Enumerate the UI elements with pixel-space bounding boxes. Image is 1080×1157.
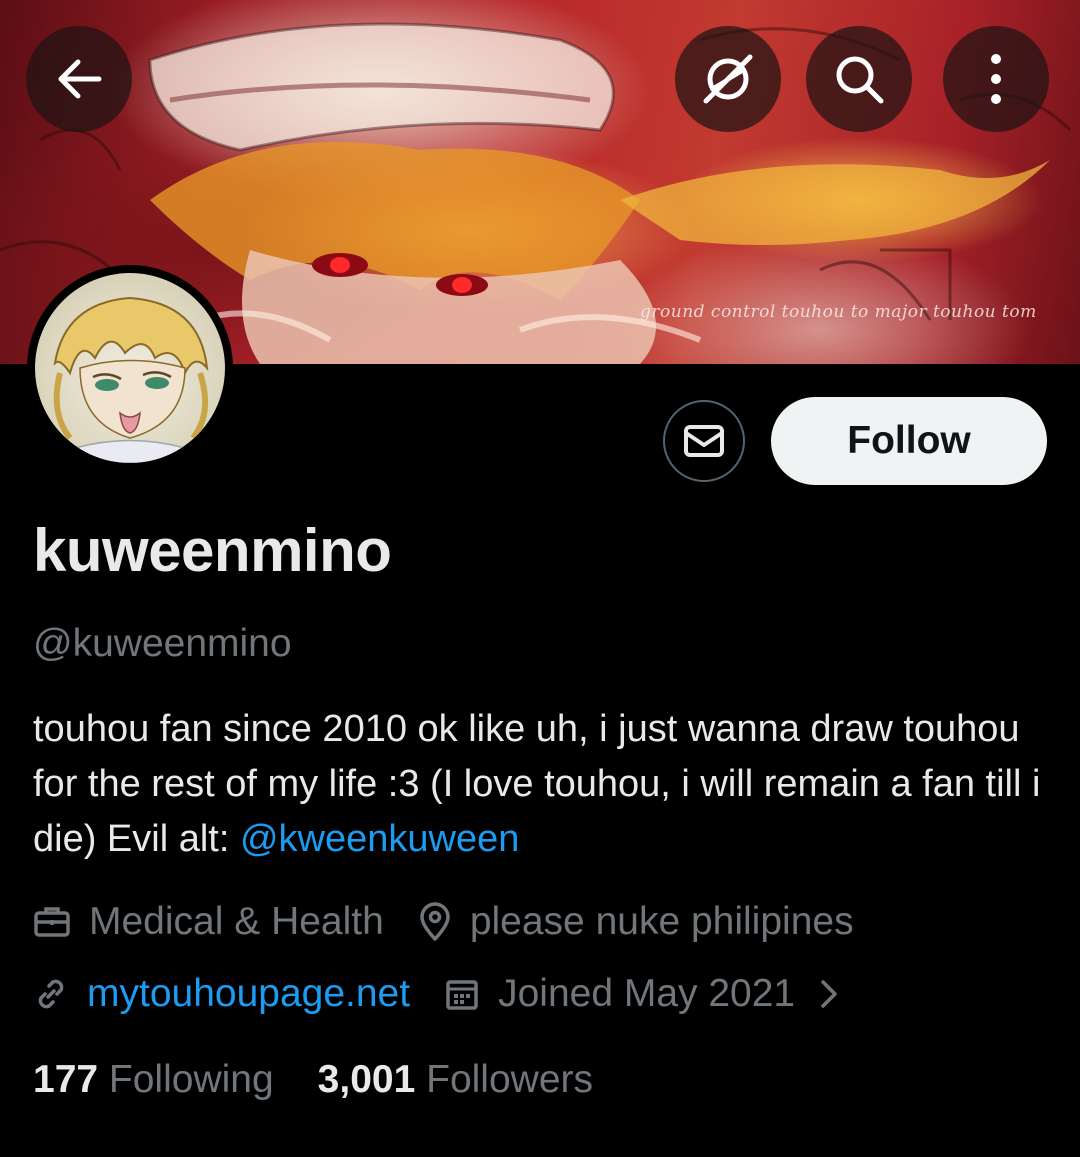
grok-button[interactable] — [675, 26, 781, 132]
search-button[interactable] — [806, 26, 912, 132]
follow-button[interactable]: Follow — [771, 397, 1047, 485]
following-count: 177 — [33, 1058, 99, 1101]
grok-icon — [703, 54, 753, 104]
location-item: please nuke philipines — [418, 900, 854, 944]
more-vertical-icon — [991, 54, 1001, 104]
bio-mention-link[interactable]: @kweenkuween — [240, 818, 519, 860]
message-button[interactable] — [663, 400, 745, 482]
banner-caption: ground control touhou to major touhou to… — [640, 302, 1037, 322]
category-label: Medical & Health — [89, 900, 384, 943]
followers-count: 3,001 — [317, 1058, 416, 1101]
link-icon — [38, 979, 64, 1009]
followers-stat[interactable]: 3,001 Followers — [318, 1058, 593, 1102]
chevron-right-icon — [821, 980, 837, 1008]
follow-stats: 177 Following 3,001 Followers — [33, 1058, 593, 1102]
briefcase-icon — [34, 907, 70, 937]
joined-item[interactable]: Joined May 2021 — [444, 972, 841, 1016]
user-handle: @kuweenmino — [33, 622, 292, 665]
profile-meta-row: mytouhoupage.net Joined May 2021 — [33, 972, 841, 1016]
bio-text: touhou fan since 2010 ok like uh, i just… — [33, 708, 1041, 860]
followers-label: Followers — [426, 1058, 593, 1101]
profile-meta-row: Medical & Health please nuke philipines — [33, 900, 854, 944]
calendar-icon — [446, 980, 478, 1010]
website-link[interactable]: mytouhoupage.net — [87, 972, 410, 1016]
profile-bio: touhou fan since 2010 ok like uh, i just… — [33, 702, 1043, 867]
location-label: please nuke philipines — [469, 900, 854, 943]
back-button[interactable] — [26, 26, 132, 132]
avatar-image — [35, 273, 225, 463]
envelope-icon — [684, 425, 724, 457]
joined-label: Joined May 2021 — [498, 972, 796, 1015]
more-button[interactable] — [943, 26, 1049, 132]
search-icon — [836, 56, 884, 104]
category-item: Medical & Health — [33, 900, 384, 944]
location-pin-icon — [420, 902, 450, 941]
website-item[interactable]: mytouhoupage.net — [33, 972, 410, 1016]
following-label: Following — [108, 1058, 274, 1101]
following-stat[interactable]: 177 Following — [33, 1058, 274, 1102]
arrow-left-icon — [58, 59, 102, 99]
display-name: kuweenmino — [33, 517, 392, 584]
avatar[interactable] — [27, 265, 233, 471]
